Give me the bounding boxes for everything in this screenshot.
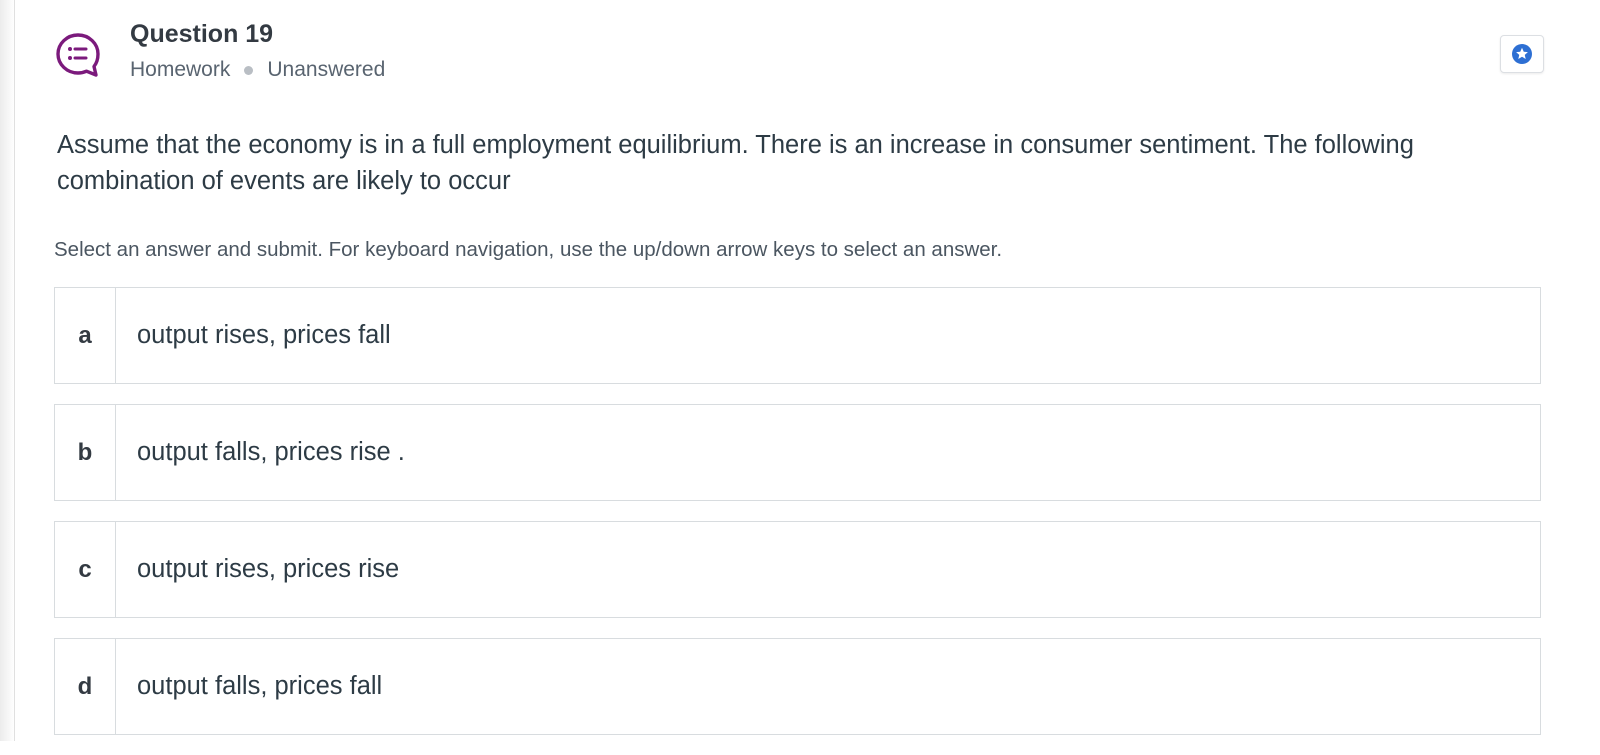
option-text: output rises, prices rise bbox=[137, 555, 400, 583]
answer-option-d[interactable]: d output falls, prices fall bbox=[54, 638, 1541, 735]
option-letter: a bbox=[55, 288, 116, 383]
option-letter: c bbox=[55, 522, 116, 617]
question-status: Unanswered bbox=[267, 58, 386, 81]
bookmark-button[interactable] bbox=[1500, 35, 1544, 73]
option-text: output falls, prices rise . bbox=[137, 438, 405, 466]
question-chat-icon bbox=[55, 32, 101, 78]
question-type: Homework bbox=[130, 58, 231, 81]
option-text: output falls, prices fall bbox=[137, 672, 383, 700]
answer-options: a output rises, prices fall b output fal… bbox=[54, 287, 1541, 755]
answer-option-c[interactable]: c output rises, prices rise bbox=[54, 521, 1541, 618]
question-title: Question 19 bbox=[130, 20, 274, 48]
question-card: Question 19 Homework Unanswered Assume t… bbox=[15, 0, 1600, 741]
option-text: output rises, prices fall bbox=[137, 321, 391, 349]
question-meta: Homework Unanswered bbox=[130, 58, 385, 82]
answer-option-a[interactable]: a output rises, prices fall bbox=[54, 287, 1541, 384]
answer-instructions: Select an answer and submit. For keyboar… bbox=[54, 238, 1003, 261]
question-prompt: Assume that the economy is in a full emp… bbox=[57, 131, 1414, 195]
separator-dot bbox=[244, 65, 254, 75]
option-letter: d bbox=[55, 639, 116, 734]
option-letter: b bbox=[55, 405, 116, 500]
left-edge bbox=[0, 0, 15, 741]
star-bookmark-icon bbox=[1512, 44, 1532, 64]
answer-option-b[interactable]: b output falls, prices rise . bbox=[54, 404, 1541, 501]
